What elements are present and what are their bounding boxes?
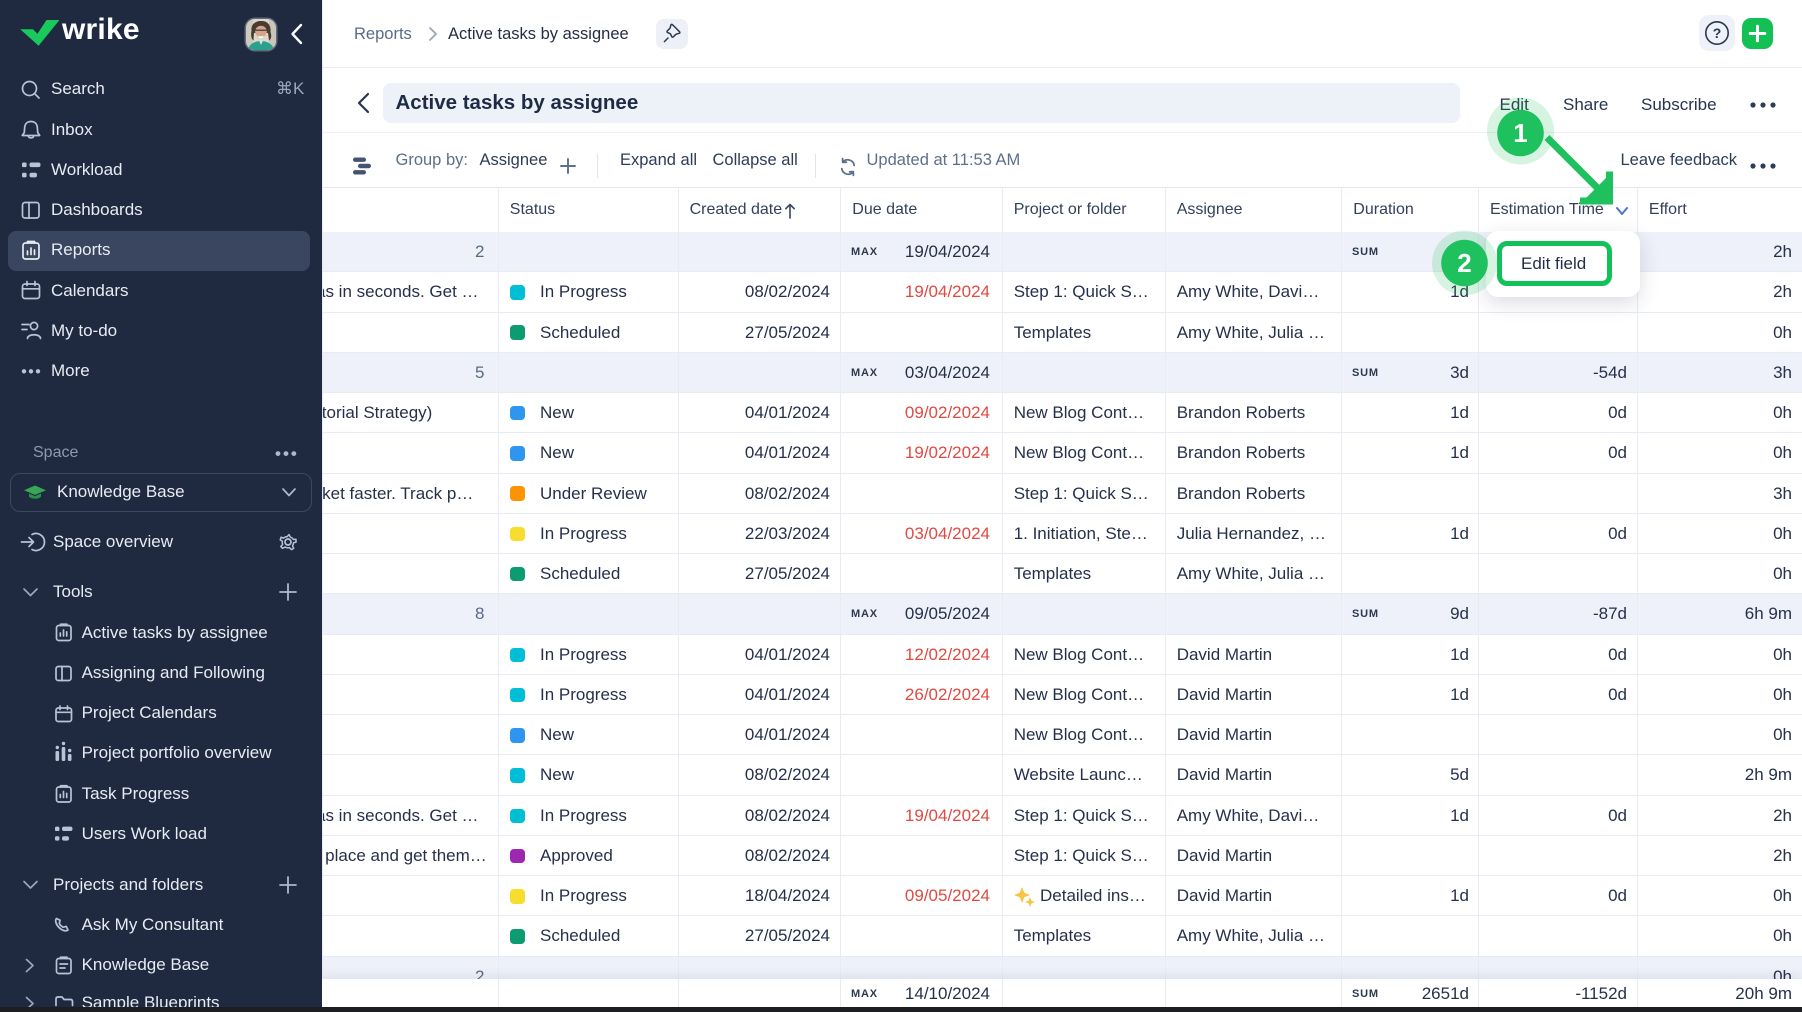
svg-text:1: 1 xyxy=(1513,118,1527,148)
svg-text:2: 2 xyxy=(1457,248,1471,278)
svg-text:?: ? xyxy=(1713,25,1722,41)
